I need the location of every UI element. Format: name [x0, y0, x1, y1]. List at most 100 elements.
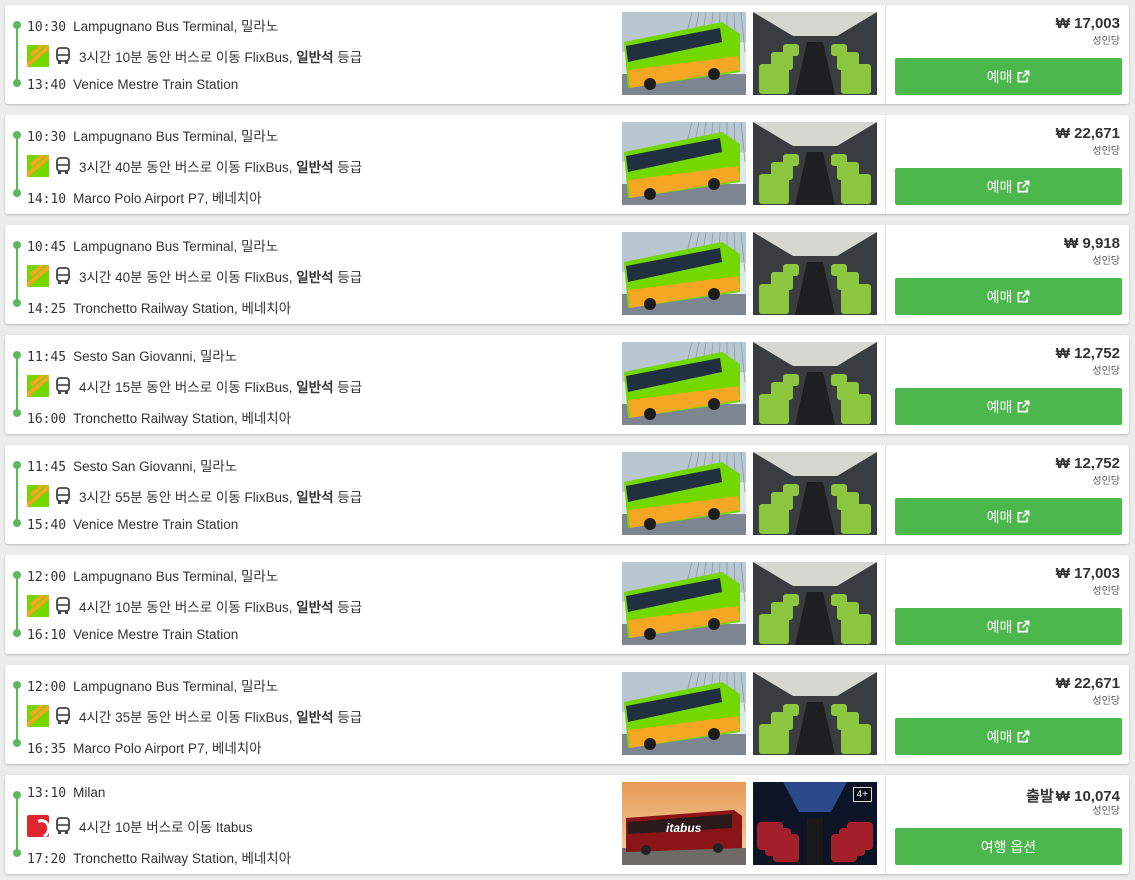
bus-interior-photo[interactable]	[753, 562, 877, 645]
departure-time: 10:30	[27, 20, 67, 35]
book-button[interactable]: 예매	[895, 388, 1122, 425]
bus-exterior-photo[interactable]	[622, 562, 746, 645]
bus-exterior-photo[interactable]	[622, 342, 746, 425]
trip-details: 4시간 15분 동안 버스로 이동 FlixBus, 일반석 등급	[27, 375, 362, 397]
departure-time: 10:30	[27, 130, 67, 145]
departure-row: 10:30 Lampugnano Bus Terminal, 밀라노	[27, 125, 278, 145]
result-card[interactable]: 11:45 Sesto San Giovanni, 밀라노 4시간 15분 동안 …	[5, 335, 1129, 434]
arrival-time: 16:00	[27, 412, 67, 427]
price: ₩ 17,003	[1056, 15, 1120, 32]
result-card[interactable]: 10:30 Lampugnano Bus Terminal, 밀라노 3시간 10…	[5, 5, 1129, 104]
price-value: ₩ 22,671	[1055, 125, 1120, 142]
flixbus-logo-icon	[27, 155, 49, 177]
book-button-label: 여행 옵션	[980, 838, 1037, 855]
arrival-row: 16:00 Tronchetto Railway Station, 베네치아	[27, 407, 291, 427]
price-box: ₩ 22,671 성인당 예매	[885, 115, 1129, 214]
result-card[interactable]: 12:00 Lampugnano Bus Terminal, 밀라노 4시간 10…	[5, 555, 1129, 654]
departure-place: Sesto San Giovanni, 밀라노	[73, 349, 238, 364]
book-button[interactable]: 예매	[895, 278, 1122, 315]
departure-time: 10:45	[27, 240, 67, 255]
price-box: ₩ 9,918 성인당 예매	[885, 225, 1129, 324]
bus-icon	[56, 377, 70, 394]
arrival-place: Tronchetto Railway Station, 베네치아	[73, 411, 292, 426]
result-card[interactable]: 12:00 Lampugnano Bus Terminal, 밀라노 4시간 35…	[5, 665, 1129, 764]
price-box: ₩ 22,671 성인당 예매	[885, 665, 1129, 764]
departure-time: 11:45	[27, 460, 67, 475]
price-value: ₩ 17,003	[1055, 565, 1120, 582]
per-adult-label: 성인당	[1092, 146, 1120, 157]
bus-exterior-photo[interactable]	[622, 12, 746, 95]
bus-interior-photo[interactable]	[753, 672, 877, 755]
arrival-time: 13:40	[27, 78, 67, 93]
arrival-time: 14:10	[27, 192, 67, 207]
external-link-icon	[1017, 180, 1030, 193]
external-link-icon	[1017, 290, 1030, 303]
bus-exterior-photo[interactable]: itabus	[622, 782, 746, 865]
fare-class-suffix: 등급	[337, 270, 363, 285]
route-timeline	[13, 21, 21, 87]
result-card[interactable]: 11:45 Sesto San Giovanni, 밀라노 3시간 55분 동안 …	[5, 445, 1129, 544]
result-card[interactable]: 10:45 Lampugnano Bus Terminal, 밀라노 3시간 40…	[5, 225, 1129, 324]
book-button[interactable]: 예매	[895, 498, 1122, 535]
bus-exterior-photo[interactable]	[622, 122, 746, 205]
per-adult-label: 성인당	[1092, 36, 1120, 47]
fare-class-suffix: 등급	[337, 50, 363, 65]
price-box: ₩ 12,752 성인당 예매	[885, 445, 1129, 544]
departure-row: 10:45 Lampugnano Bus Terminal, 밀라노	[27, 235, 278, 255]
arrival-place: Tronchetto Railway Station, 베네치아	[73, 851, 292, 866]
arrival-place: Tronchetto Railway Station, 베네치아	[73, 301, 292, 316]
bus-interior-photo[interactable]	[753, 342, 877, 425]
price-box: 출발 ₩ 10,074 성인당 여행 옵션	[885, 775, 1129, 874]
more-photos-badge[interactable]: 4+	[852, 787, 872, 802]
bus-exterior-photo[interactable]	[622, 452, 746, 535]
bus-interior-photo[interactable]: 4+	[753, 782, 877, 865]
book-button[interactable]: 예매	[895, 718, 1122, 755]
price-prefix: 출발	[1026, 788, 1054, 805]
bus-icon	[56, 157, 70, 174]
arrival-dot	[13, 299, 21, 307]
price-box: ₩ 12,752 성인당 예매	[885, 335, 1129, 434]
route-timeline	[13, 571, 21, 637]
external-link-icon	[1017, 70, 1030, 83]
per-adult-label: 성인당	[1092, 806, 1120, 817]
itabus-logo-icon	[27, 815, 49, 837]
book-button[interactable]: 예매	[895, 168, 1122, 205]
price: ₩ 22,671	[1056, 675, 1120, 692]
arrival-place: Marco Polo Airport P7, 베네치아	[73, 191, 262, 206]
book-button-label: 예매	[986, 68, 1013, 85]
departure-place: Lampugnano Bus Terminal, 밀라노	[73, 129, 279, 144]
departure-place: Lampugnano Bus Terminal, 밀라노	[73, 679, 279, 694]
bus-exterior-photo[interactable]	[622, 232, 746, 315]
fare-class: 일반석	[296, 380, 334, 395]
bus-exterior-photo[interactable]	[622, 672, 746, 755]
flixbus-logo-icon	[27, 705, 49, 727]
external-link-icon	[1017, 510, 1030, 523]
bus-interior-photo[interactable]	[753, 12, 877, 95]
flixbus-logo-icon	[27, 375, 49, 397]
fare-class: 일반석	[296, 600, 334, 615]
book-button[interactable]: 예매	[895, 58, 1122, 95]
result-card[interactable]: 13:10 Milan 4시간 10분 버스로 이동 Itabus 17:20 Tr…	[5, 775, 1129, 874]
bus-interior-photo[interactable]	[753, 232, 877, 315]
fare-class-suffix: 등급	[337, 490, 363, 505]
book-button-label: 예매	[986, 728, 1013, 745]
trip-duration-text: 3시간 10분 동안 버스로 이동 FlixBus, 일반석 등급	[79, 50, 363, 65]
itabus-livery-text: itabus	[666, 821, 702, 835]
arrival-place: Marco Polo Airport P7, 베네치아	[73, 741, 262, 756]
result-card[interactable]: 10:30 Lampugnano Bus Terminal, 밀라노 3시간 40…	[5, 115, 1129, 214]
book-button[interactable]: 예매	[895, 608, 1122, 645]
bus-icon	[56, 597, 70, 614]
book-button[interactable]: 여행 옵션	[895, 828, 1122, 865]
departure-row: 11:45 Sesto San Giovanni, 밀라노	[27, 345, 237, 365]
price-box: ₩ 17,003 성인당 예매	[885, 5, 1129, 104]
bus-interior-photo[interactable]	[753, 452, 877, 535]
fare-class: 일반석	[296, 270, 334, 285]
results-list: 10:30 Lampugnano Bus Terminal, 밀라노 3시간 10…	[0, 0, 1135, 880]
departure-row: 12:00 Lampugnano Bus Terminal, 밀라노	[27, 675, 278, 695]
departure-place: Lampugnano Bus Terminal, 밀라노	[73, 569, 279, 584]
departure-row: 13:10 Milan	[27, 785, 105, 801]
external-link-icon	[1017, 400, 1030, 413]
price: ₩ 17,003	[1056, 565, 1120, 582]
per-adult-label: 성인당	[1092, 586, 1120, 597]
bus-interior-photo[interactable]	[753, 122, 877, 205]
